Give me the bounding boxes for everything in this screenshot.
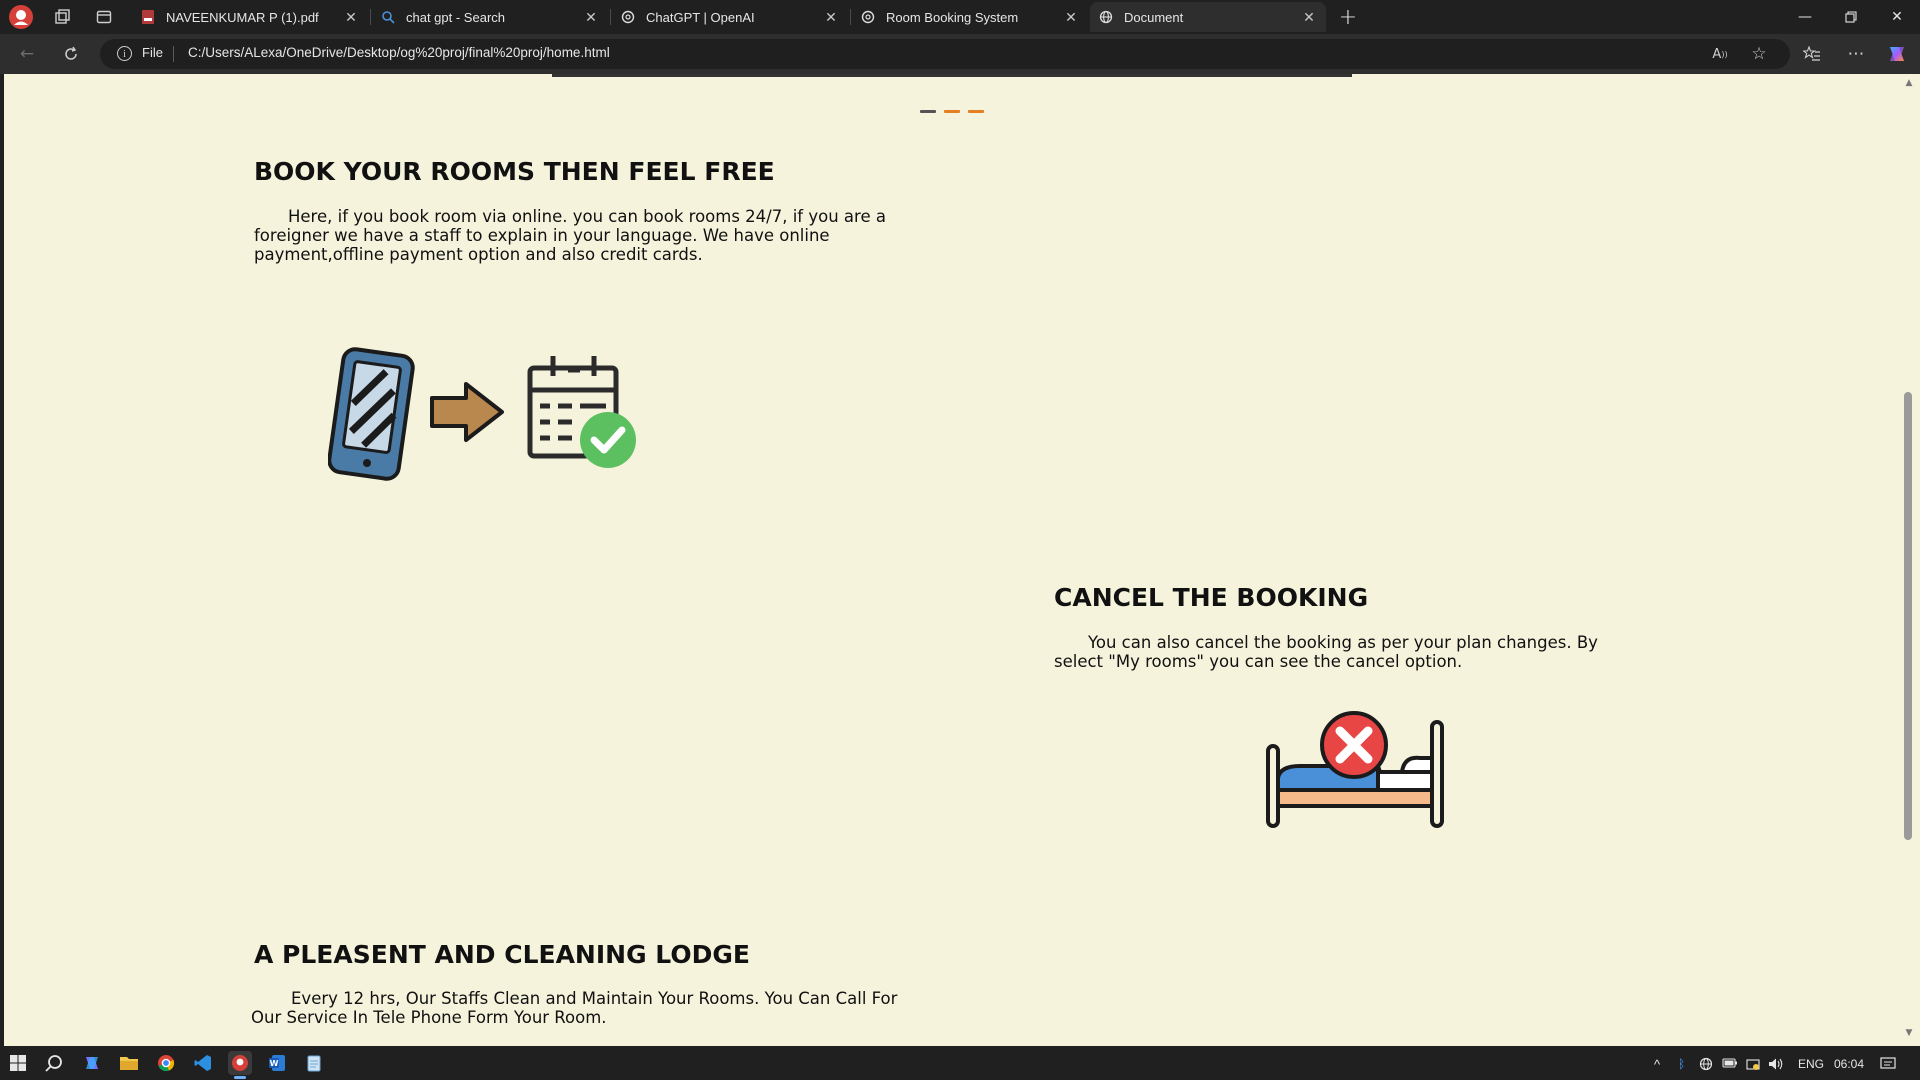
tab-divider bbox=[850, 9, 851, 25]
more-options-icon[interactable]: ⋯ bbox=[1844, 42, 1868, 66]
windows-icon bbox=[10, 1055, 26, 1071]
network-globe-icon[interactable] bbox=[1699, 1057, 1713, 1074]
close-tab-icon[interactable]: ✕ bbox=[822, 9, 840, 26]
check-icon bbox=[580, 412, 636, 468]
online-booking-illustration bbox=[328, 347, 636, 481]
scrollbar-thumb[interactable] bbox=[1904, 392, 1912, 840]
clock[interactable]: 06:04 bbox=[1834, 1057, 1864, 1071]
close-tab-icon[interactable]: ✕ bbox=[582, 9, 600, 26]
restore-button[interactable] bbox=[1828, 0, 1874, 34]
section-title: CANCEL THE BOOKING bbox=[1054, 583, 1369, 612]
section-text: Here, if you book room via online. you c… bbox=[254, 207, 886, 264]
browser-tab[interactable]: NAVEENKUMAR P (1).pdf ✕ bbox=[132, 2, 368, 32]
pdf-icon bbox=[140, 9, 156, 25]
slider-dot[interactable] bbox=[968, 110, 984, 113]
openai-icon bbox=[860, 9, 876, 25]
url-divider bbox=[173, 46, 174, 62]
copilot-icon[interactable] bbox=[1885, 42, 1909, 66]
site-info-icon[interactable]: i bbox=[117, 46, 132, 61]
battery-icon[interactable] bbox=[1722, 1057, 1738, 1072]
refresh-icon bbox=[65, 46, 77, 60]
file-explorer-icon[interactable] bbox=[117, 1051, 141, 1075]
url-scheme-label: File bbox=[142, 45, 163, 60]
search-icon bbox=[380, 9, 396, 25]
tab-divider bbox=[610, 9, 611, 25]
tab-title: NAVEENKUMAR P (1).pdf bbox=[166, 9, 319, 25]
notepad-icon[interactable] bbox=[302, 1051, 326, 1075]
section-title: A PLEASENT AND CLEANING LODGE bbox=[254, 940, 750, 969]
browser-tab[interactable]: Room Booking System ✕ bbox=[852, 2, 1088, 32]
bluetooth-icon[interactable]: ᛒ bbox=[1678, 1057, 1685, 1071]
favorite-star-icon[interactable]: ☆ bbox=[1747, 42, 1771, 66]
arrow-icon bbox=[430, 382, 504, 442]
svg-text:W: W bbox=[270, 1059, 279, 1068]
workspaces-icon[interactable] bbox=[50, 5, 74, 29]
word-icon[interactable]: W bbox=[265, 1051, 289, 1075]
section-text: You can also cancel the booking as per y… bbox=[1054, 633, 1598, 671]
refresh-button[interactable] bbox=[59, 42, 83, 66]
close-tab-icon[interactable]: ✕ bbox=[1300, 9, 1318, 26]
cancel-x-icon bbox=[1320, 711, 1388, 779]
slider-dot[interactable] bbox=[944, 110, 960, 113]
back-button[interactable]: ← bbox=[15, 42, 39, 66]
copilot-taskbar-icon[interactable] bbox=[80, 1051, 104, 1075]
taskbar-search-icon[interactable] bbox=[42, 1051, 66, 1075]
tab-title: Document bbox=[1124, 9, 1184, 25]
show-hidden-icons[interactable]: ^ bbox=[1654, 1057, 1660, 1072]
cancel-bed-illustration bbox=[1266, 711, 1444, 828]
profile-icon bbox=[10, 6, 32, 28]
edge-taskbar-icon[interactable] bbox=[228, 1051, 252, 1075]
globe-icon bbox=[1098, 9, 1114, 25]
read-aloud-icon[interactable]: A)) bbox=[1708, 42, 1732, 66]
active-app-indicator bbox=[234, 1076, 246, 1079]
browser-tab-active[interactable]: Document ✕ bbox=[1090, 2, 1326, 32]
wifi-icon[interactable] bbox=[1746, 1057, 1760, 1074]
minimize-button[interactable]: — bbox=[1782, 0, 1828, 34]
chrome-icon[interactable] bbox=[154, 1051, 178, 1075]
section-title: BOOK YOUR ROOMS THEN FEEL FREE bbox=[254, 157, 775, 186]
vscode-icon[interactable] bbox=[191, 1051, 215, 1075]
favorites-list-icon bbox=[1803, 46, 1820, 61]
phone-icon bbox=[328, 347, 415, 481]
favorites-icon[interactable] bbox=[1800, 42, 1824, 66]
close-tab-icon[interactable]: ✕ bbox=[1062, 9, 1080, 26]
slider-dot[interactable] bbox=[920, 110, 936, 113]
notifications-icon[interactable] bbox=[1880, 1057, 1896, 1074]
restore-icon bbox=[1845, 11, 1857, 23]
tab-title: chat gpt - Search bbox=[406, 9, 505, 25]
close-tab-icon[interactable]: ✕ bbox=[342, 9, 360, 26]
openai-icon bbox=[620, 9, 636, 25]
scroll-up-icon[interactable]: ▲ bbox=[1901, 78, 1917, 90]
url-text[interactable]: C:/Users/ALexa/OneDrive/Desktop/og%20pro… bbox=[188, 45, 610, 60]
scroll-down-icon[interactable]: ▼ bbox=[1901, 1028, 1917, 1040]
new-tab-button[interactable]: + bbox=[1326, 0, 1370, 34]
tab-title: Room Booking System bbox=[886, 9, 1019, 25]
browser-profile-avatar[interactable] bbox=[9, 5, 33, 29]
browser-tab[interactable]: chat gpt - Search ✕ bbox=[372, 2, 608, 32]
volume-icon[interactable] bbox=[1768, 1057, 1784, 1074]
slider-image-edge bbox=[552, 74, 1352, 77]
section-text: Every 12 hrs, Our Staffs Clean and Maint… bbox=[251, 989, 898, 1027]
close-window-button[interactable]: ✕ bbox=[1874, 0, 1920, 34]
start-button[interactable] bbox=[6, 1051, 30, 1075]
language-indicator[interactable]: ENG bbox=[1798, 1057, 1824, 1071]
tab-divider bbox=[370, 9, 371, 25]
browser-tab[interactable]: ChatGPT | OpenAI ✕ bbox=[612, 2, 848, 32]
tab-title: ChatGPT | OpenAI bbox=[646, 9, 755, 25]
vertical-tabs-icon[interactable] bbox=[92, 5, 116, 29]
